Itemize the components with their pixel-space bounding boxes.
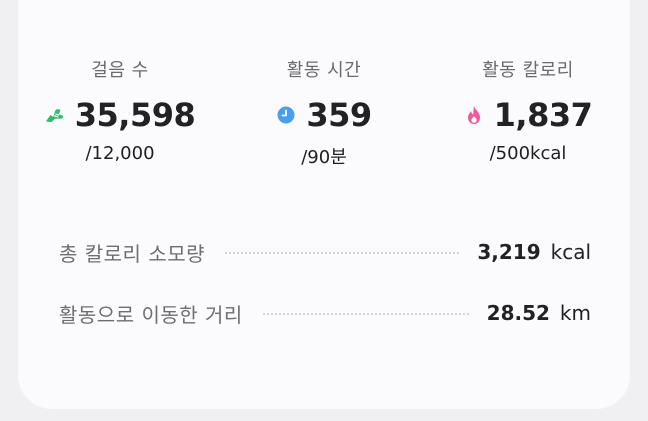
total-calories-unit: kcal <box>550 240 591 264</box>
distance-label: 활동으로 이동한 거리 <box>59 302 243 327</box>
steps-value: 35,598 <box>74 96 196 134</box>
total-calories-value: 3,219 <box>477 240 541 264</box>
active-calories-label: 활동 칼로리 <box>482 60 574 81</box>
total-calories-row[interactable]: 총 칼로리 소모량 3,219 kcal <box>59 236 591 268</box>
clock-icon <box>276 105 296 125</box>
dotted-leader <box>262 313 469 315</box>
active-time-goal: /90분 <box>301 147 347 168</box>
distance-unit: km <box>559 301 591 325</box>
active-calories-value: 1,837 <box>493 96 593 134</box>
total-calories-label: 총 칼로리 소모량 <box>59 241 206 266</box>
dotted-leader <box>225 252 460 254</box>
distance-value: 28.52 <box>486 301 550 325</box>
running-shoe-icon <box>45 105 65 125</box>
flame-icon <box>464 105 484 125</box>
distance-row[interactable]: 활동으로 이동한 거리 28.52 km <box>59 297 591 329</box>
active-time-label: 활동 시간 <box>286 60 362 81</box>
active-time-value: 359 <box>306 96 372 134</box>
steps-goal: /12,000 <box>85 143 155 164</box>
active-calories-goal: /500kcal <box>489 143 567 164</box>
steps-label: 걸음 수 <box>91 60 149 81</box>
activity-summary-card: 걸음 수 35,598 /12,000 활동 시간 359 /90분 활동 칼로… <box>18 0 630 409</box>
